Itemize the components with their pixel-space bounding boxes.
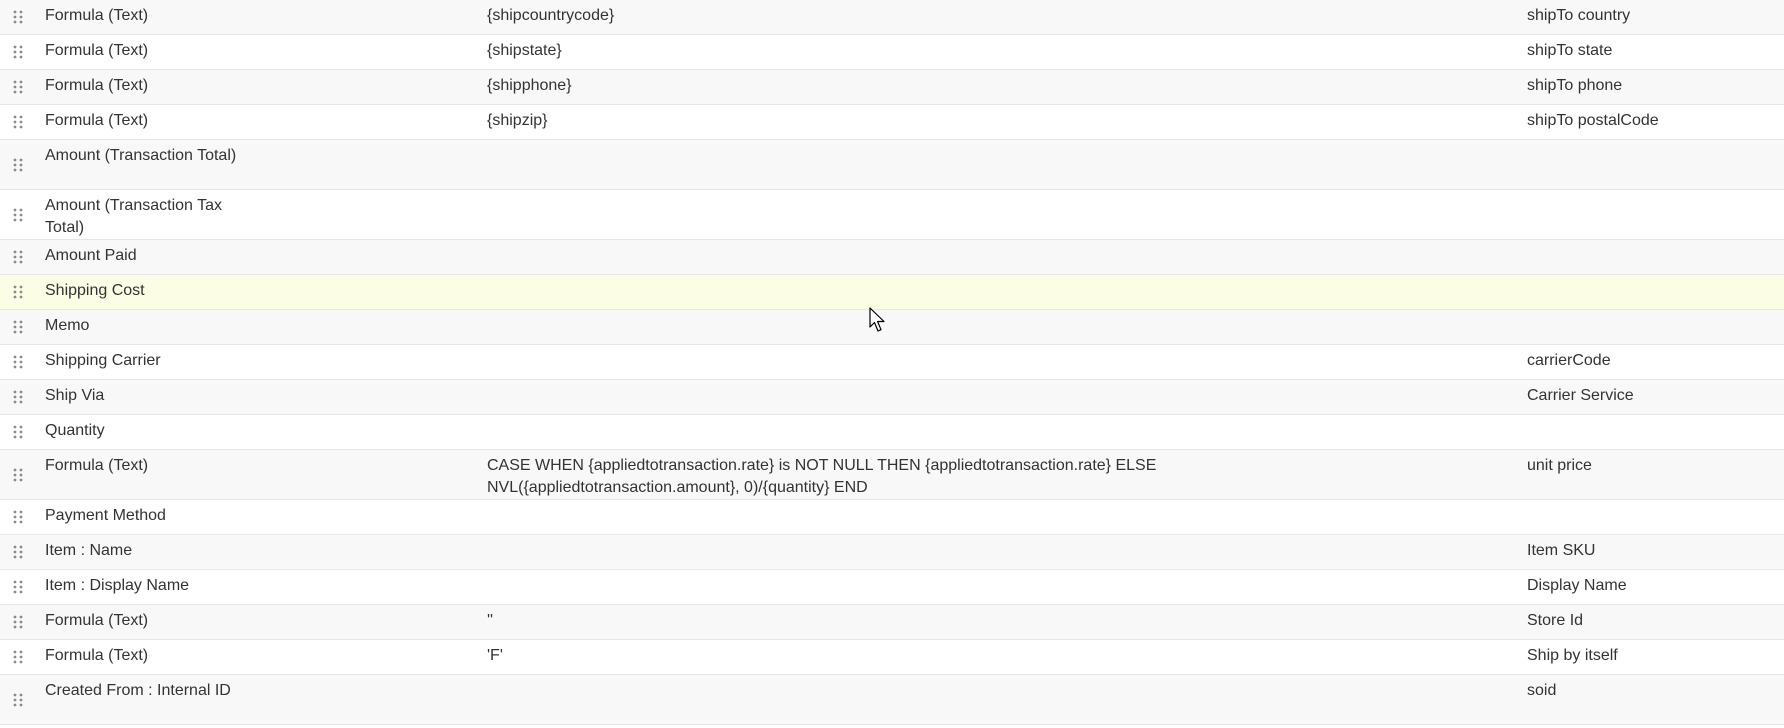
summary-label-cell[interactable]: shipTo postalCode bbox=[1527, 110, 1777, 132]
formula-cell[interactable] bbox=[487, 145, 1207, 167]
summary-label-cell[interactable]: carrierCode bbox=[1527, 350, 1777, 372]
formula-cell[interactable] bbox=[487, 350, 1207, 372]
field-cell[interactable]: Amount (Transaction Total) bbox=[45, 145, 245, 167]
formula-cell[interactable]: {shipzip} bbox=[487, 110, 1207, 132]
table-row[interactable]: Formula (Text) {shipphone} shipTo phone bbox=[0, 70, 1784, 105]
table-row[interactable]: Memo bbox=[0, 310, 1784, 345]
table-row-highlighted[interactable]: Shipping Cost bbox=[0, 275, 1784, 310]
summary-label-cell[interactable]: soid bbox=[1527, 680, 1777, 702]
formula-cell[interactable] bbox=[487, 280, 1207, 302]
summary-label-cell[interactable] bbox=[1527, 420, 1777, 442]
table-row[interactable]: Formula (Text) {shipcountrycode} shipTo … bbox=[0, 0, 1784, 35]
formula-cell[interactable] bbox=[487, 385, 1207, 407]
summary-label-cell[interactable]: shipTo country bbox=[1527, 5, 1777, 27]
drag-handle-icon[interactable] bbox=[12, 389, 24, 405]
field-cell[interactable]: Item : Display Name bbox=[45, 575, 245, 597]
formula-cell[interactable]: {shipcountrycode} bbox=[487, 5, 1207, 27]
formula-cell[interactable]: 'F' bbox=[487, 645, 1207, 667]
drag-handle-icon[interactable] bbox=[12, 509, 24, 525]
drag-handle-icon[interactable] bbox=[12, 614, 24, 630]
drag-handle-icon[interactable] bbox=[12, 79, 24, 95]
field-cell[interactable]: Formula (Text) bbox=[45, 610, 245, 632]
table-row[interactable]: Item : Display Name Display Name bbox=[0, 570, 1784, 605]
table-row[interactable]: Formula (Text) {shipzip} shipTo postalCo… bbox=[0, 105, 1784, 140]
table-row[interactable]: Amount (Transaction Total) bbox=[0, 140, 1784, 190]
field-cell[interactable]: Formula (Text) bbox=[45, 645, 245, 667]
table-row[interactable]: Amount Paid bbox=[0, 240, 1784, 275]
formula-cell[interactable] bbox=[487, 505, 1207, 527]
table-row[interactable]: Item : Name Item SKU bbox=[0, 535, 1784, 570]
summary-label-cell[interactable]: Carrier Service bbox=[1527, 385, 1777, 407]
formula-cell[interactable] bbox=[487, 195, 1207, 217]
summary-label-cell[interactable] bbox=[1527, 245, 1777, 267]
field-cell[interactable]: Created From : Internal ID bbox=[45, 680, 245, 702]
summary-label-cell[interactable]: shipTo state bbox=[1527, 40, 1777, 62]
results-columns-table: Formula (Text) {shipcountrycode} shipTo … bbox=[0, 0, 1784, 725]
drag-handle-icon[interactable] bbox=[12, 544, 24, 560]
summary-label-cell[interactable] bbox=[1527, 280, 1777, 302]
summary-label-cell[interactable] bbox=[1527, 145, 1777, 167]
drag-handle-icon[interactable] bbox=[12, 157, 24, 173]
table-row[interactable]: Payment Method bbox=[0, 500, 1784, 535]
drag-handle-icon[interactable] bbox=[12, 579, 24, 595]
table-row[interactable]: Created From : Internal ID soid bbox=[0, 675, 1784, 725]
drag-handle-icon[interactable] bbox=[12, 319, 24, 335]
summary-label-cell[interactable]: shipTo phone bbox=[1527, 75, 1777, 97]
drag-handle-icon[interactable] bbox=[12, 207, 24, 223]
summary-label-cell[interactable] bbox=[1527, 315, 1777, 337]
formula-cell[interactable] bbox=[487, 575, 1207, 597]
summary-label-cell[interactable]: Display Name bbox=[1527, 575, 1777, 597]
summary-label-cell[interactable]: Store Id bbox=[1527, 610, 1777, 632]
formula-cell[interactable] bbox=[487, 540, 1207, 562]
field-cell[interactable]: Formula (Text) bbox=[45, 40, 245, 62]
field-cell[interactable]: Formula (Text) bbox=[45, 455, 245, 477]
field-cell[interactable]: Item : Name bbox=[45, 540, 245, 562]
drag-handle-icon[interactable] bbox=[12, 692, 24, 708]
field-cell[interactable]: Shipping Carrier bbox=[45, 350, 245, 372]
drag-handle-icon[interactable] bbox=[12, 424, 24, 440]
formula-cell[interactable]: '' bbox=[487, 610, 1207, 632]
drag-handle-icon[interactable] bbox=[12, 649, 24, 665]
drag-handle-icon[interactable] bbox=[12, 467, 24, 483]
summary-label-cell[interactable] bbox=[1527, 505, 1777, 527]
formula-cell[interactable] bbox=[487, 680, 1207, 702]
field-cell[interactable]: Formula (Text) bbox=[45, 5, 245, 27]
table-row[interactable]: Quantity bbox=[0, 415, 1784, 450]
drag-handle-icon[interactable] bbox=[12, 9, 24, 25]
drag-handle-icon[interactable] bbox=[12, 284, 24, 300]
field-cell[interactable]: Memo bbox=[45, 315, 245, 337]
table-row[interactable]: Formula (Text) {shipstate} shipTo state bbox=[0, 35, 1784, 70]
field-cell[interactable]: Amount (Transaction Tax Total) bbox=[45, 195, 245, 239]
drag-handle-icon[interactable] bbox=[12, 114, 24, 130]
table-row[interactable]: Formula (Text) CASE WHEN {appliedtotrans… bbox=[0, 450, 1784, 500]
formula-cell[interactable]: CASE WHEN {appliedtotransaction.rate} is… bbox=[487, 455, 1207, 499]
table-row[interactable]: Shipping Carrier carrierCode bbox=[0, 345, 1784, 380]
formula-cell[interactable] bbox=[487, 420, 1207, 442]
field-cell[interactable]: Payment Method bbox=[45, 505, 245, 527]
field-cell[interactable]: Formula (Text) bbox=[45, 75, 245, 97]
summary-label-cell[interactable] bbox=[1527, 195, 1777, 217]
formula-cell[interactable] bbox=[487, 245, 1207, 267]
formula-cell[interactable] bbox=[487, 315, 1207, 337]
drag-handle-icon[interactable] bbox=[12, 249, 24, 265]
formula-cell[interactable]: {shipphone} bbox=[487, 75, 1207, 97]
field-cell[interactable]: Quantity bbox=[45, 420, 245, 442]
summary-label-cell[interactable]: unit price bbox=[1527, 455, 1777, 477]
table-row[interactable]: Formula (Text) '' Store Id bbox=[0, 605, 1784, 640]
summary-label-cell[interactable]: Item SKU bbox=[1527, 540, 1777, 562]
table-row[interactable]: Formula (Text) 'F' Ship by itself bbox=[0, 640, 1784, 675]
formula-cell[interactable]: {shipstate} bbox=[487, 40, 1207, 62]
table-row[interactable]: Amount (Transaction Tax Total) bbox=[0, 190, 1784, 240]
field-cell[interactable]: Formula (Text) bbox=[45, 110, 245, 132]
drag-handle-icon[interactable] bbox=[12, 354, 24, 370]
field-cell[interactable]: Amount Paid bbox=[45, 245, 245, 267]
table-row[interactable]: Ship Via Carrier Service bbox=[0, 380, 1784, 415]
field-cell[interactable]: Ship Via bbox=[45, 385, 245, 407]
summary-label-cell[interactable]: Ship by itself bbox=[1527, 645, 1777, 667]
drag-handle-icon[interactable] bbox=[12, 44, 24, 60]
field-cell[interactable]: Shipping Cost bbox=[45, 280, 245, 302]
